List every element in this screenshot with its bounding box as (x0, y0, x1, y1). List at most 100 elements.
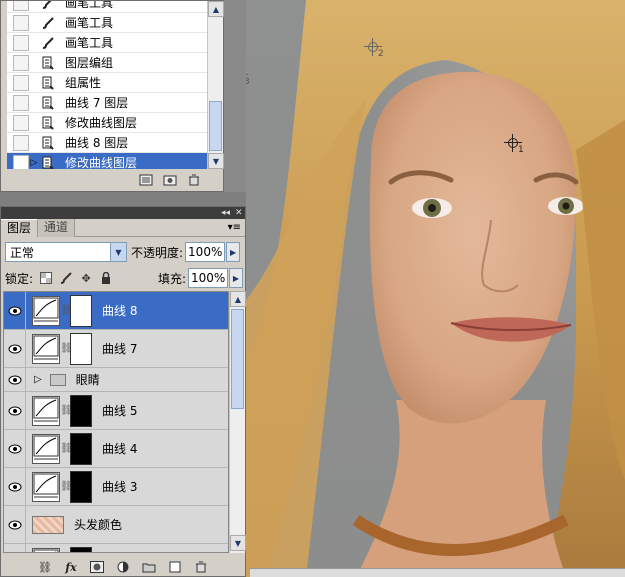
link-layers-icon[interactable]: ⛓ (36, 560, 54, 574)
blend-mode-select[interactable]: 正常 ▼ (5, 242, 127, 262)
link-chain-icon[interactable]: ⛓ (60, 343, 73, 354)
layers-scrollbar[interactable]: ▲ ▼ (229, 291, 246, 553)
panel-gap (0, 192, 246, 206)
adjustment-layer-icon[interactable] (114, 560, 132, 574)
layer-row[interactable]: 头发颜色 (4, 506, 228, 544)
trash-icon[interactable] (192, 560, 210, 574)
layer-row[interactable]: ⛓ 曲线 5 (4, 392, 228, 430)
opacity-field[interactable]: 100% (185, 242, 226, 262)
history-item[interactable]: 修改曲线图层 (7, 113, 207, 133)
color-sampler-2[interactable]: 2 (364, 38, 384, 59)
history-item[interactable]: 曲线 8 图层 (7, 133, 207, 153)
visibility-eye-icon[interactable] (4, 468, 26, 505)
history-state-icon (39, 155, 57, 169)
history-scroll-thumb[interactable] (209, 101, 222, 151)
layers-scroll-thumb[interactable] (231, 309, 244, 409)
link-chain-icon[interactable]: ⛓ (60, 443, 73, 454)
add-mask-icon[interactable] (88, 560, 106, 574)
visibility-eye-icon[interactable] (4, 292, 26, 329)
curves-adjustment-icon (32, 295, 60, 326)
layer-style-fx-icon[interactable]: fx (62, 560, 80, 574)
history-snapshot-box[interactable] (13, 114, 29, 131)
history-item[interactable]: 画笔工具 (7, 33, 207, 53)
layers-footer: ⛓ fx (1, 557, 245, 577)
layer-list: ⛓ 曲线 8 ⛓ 曲线 7 ▷ 眼睛 ⛓ 曲线 5 ⛓ 曲线 4 ⛓ 曲线 3 … (3, 291, 229, 553)
visibility-eye-icon[interactable] (4, 544, 26, 552)
curves-adjustment-icon (32, 547, 60, 552)
history-snapshot-box[interactable] (13, 34, 29, 51)
opacity-slider-toggle-icon[interactable]: ▶ (226, 242, 241, 262)
trash-icon[interactable] (187, 174, 201, 186)
layer-thumbnail (32, 515, 64, 534)
history-snapshot-box[interactable] (13, 134, 29, 151)
visibility-eye-icon[interactable] (4, 506, 26, 543)
history-scrollbar[interactable]: ▲ ▼ (207, 1, 224, 169)
brush-icon (39, 15, 57, 31)
tab-layers[interactable]: 图层 (1, 219, 39, 237)
lock-position-move-icon[interactable]: ✥ (79, 271, 93, 285)
new-snapshot-icon[interactable] (163, 174, 177, 186)
expand-triangle-icon[interactable]: ▷ (34, 374, 42, 385)
layer-row[interactable]: ⛓ (4, 544, 228, 552)
history-snapshot-box[interactable] (13, 1, 29, 11)
layer-mask-thumbnail[interactable] (70, 470, 92, 503)
layer-mask-thumbnail[interactable] (70, 432, 92, 465)
layer-mask-thumbnail[interactable] (70, 546, 92, 552)
visibility-eye-icon[interactable] (4, 330, 26, 367)
history-snapshot-box[interactable] (13, 94, 29, 111)
new-group-icon[interactable] (140, 560, 158, 574)
fill-slider-toggle-icon[interactable]: ▶ (229, 268, 243, 288)
visibility-eye-icon[interactable] (4, 368, 26, 391)
portrait-photo (246, 0, 625, 577)
layer-row[interactable]: ⛓ 曲线 4 (4, 430, 228, 468)
opacity-label: 不透明度: (131, 245, 184, 260)
lock-all-icon[interactable] (99, 271, 113, 285)
curves-adjustment-icon (32, 395, 60, 426)
history-item[interactable]: 画笔工具 (7, 13, 207, 33)
layer-mask-thumbnail[interactable] (70, 294, 92, 327)
history-item[interactable]: 组属性 (7, 73, 207, 93)
link-chain-icon[interactable]: ⛓ (60, 405, 73, 416)
canvas-horizontal-scrollbar[interactable] (250, 568, 625, 577)
layer-row[interactable]: ⛓ 曲线 3 (4, 468, 228, 506)
layer-row[interactable]: ⛓ 曲线 8 (4, 292, 228, 330)
history-item[interactable]: 曲线 7 图层 (7, 93, 207, 113)
history-item[interactable]: 图层编组 (7, 53, 207, 73)
tab-channels[interactable]: 通道 (38, 219, 76, 237)
history-snapshot-box[interactable] (13, 154, 29, 169)
close-icon[interactable]: ✕ (235, 207, 243, 219)
history-snapshot-box[interactable] (13, 14, 29, 31)
document-canvas[interactable]: 1 2 3 (246, 0, 625, 577)
history-item[interactable]: 画笔工具 (7, 1, 207, 13)
scroll-down-icon[interactable]: ▼ (230, 535, 246, 551)
layer-row[interactable]: ⛓ 曲线 7 (4, 330, 228, 368)
collapse-panel-icon[interactable]: ◂◂ (221, 207, 230, 219)
link-chain-icon[interactable]: ⛓ (60, 481, 73, 492)
history-item-current[interactable]: ▷ 修改曲线图层 (7, 153, 207, 169)
new-layer-icon[interactable] (166, 560, 184, 574)
history-snapshot-box[interactable] (13, 74, 29, 91)
link-chain-icon[interactable]: ⛓ (60, 305, 73, 316)
folder-icon (49, 373, 66, 386)
brush-icon (39, 1, 57, 11)
color-sampler-1[interactable]: 1 (504, 134, 524, 155)
scroll-up-icon[interactable]: ▲ (230, 291, 246, 307)
lock-pixels-brush-icon[interactable] (59, 271, 73, 285)
history-list: 画笔工具 画笔工具 画笔工具 图层编组 组属性 曲线 7 图层 修改曲线图层 曲… (7, 1, 207, 169)
visibility-eye-icon[interactable] (4, 392, 26, 429)
scroll-down-icon[interactable]: ▼ (208, 153, 224, 169)
lock-transparency-icon[interactable] (39, 271, 53, 285)
lock-row: 锁定: ✥ 填充: 100% ▶ (5, 267, 243, 289)
scroll-up-icon[interactable]: ▲ (208, 1, 224, 17)
layer-group-row[interactable]: ▷ 眼睛 (4, 368, 228, 392)
layer-mask-thumbnail[interactable] (70, 394, 92, 427)
chevron-down-icon: ▼ (110, 243, 126, 261)
layer-mask-thumbnail[interactable] (70, 332, 92, 365)
layers-panel-titlebar[interactable]: ◂◂ ✕ (1, 207, 245, 219)
visibility-eye-icon[interactable] (4, 430, 26, 467)
panel-menu-icon[interactable]: ▾≡ (228, 219, 241, 236)
new-document-from-state-icon[interactable] (139, 174, 153, 186)
history-snapshot-box[interactable] (13, 54, 29, 71)
history-footer (1, 169, 223, 191)
fill-field[interactable]: 100% (188, 268, 228, 288)
